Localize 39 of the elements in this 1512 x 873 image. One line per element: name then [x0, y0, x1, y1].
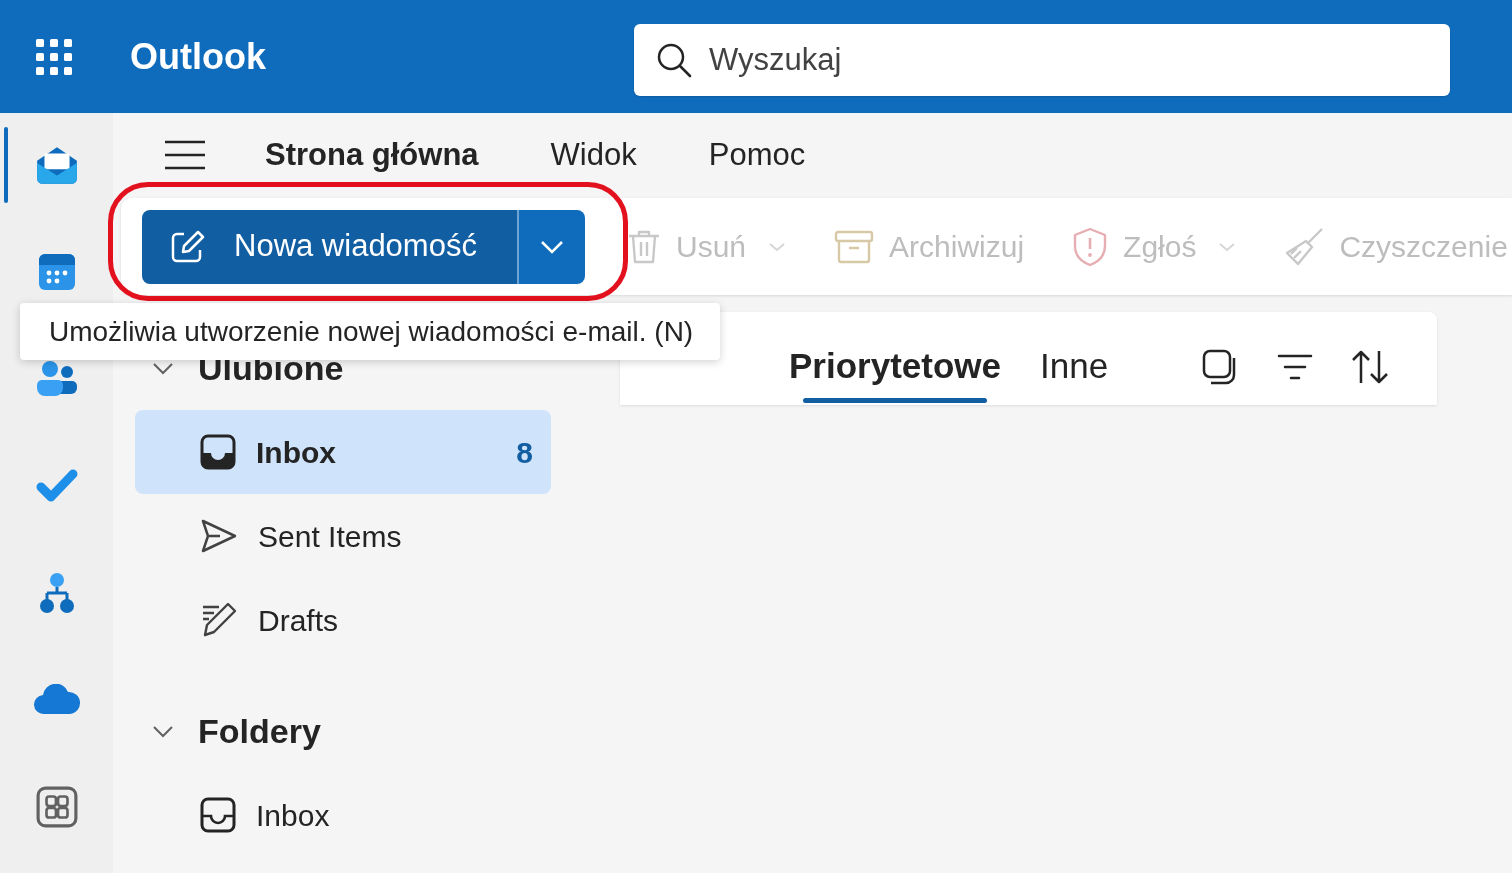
grid-dots-icon — [36, 38, 72, 75]
message-list-tab[interactable]: Priorytetowe — [789, 312, 1001, 405]
folder-item[interactable]: Inbox 8 — [135, 410, 551, 494]
inbox-tray-icon — [200, 434, 236, 470]
folder-item[interactable]: Sent Items — [135, 494, 551, 578]
calendar-icon — [36, 252, 77, 292]
filter-icon — [1277, 352, 1314, 381]
checkmark-icon — [34, 468, 79, 504]
new-message-options-button[interactable] — [519, 209, 585, 284]
cloud-icon — [31, 684, 82, 716]
search-icon — [656, 41, 692, 78]
search-field[interactable]: Wyszukaj — [634, 23, 1450, 96]
ribbon-tab[interactable]: Widok — [514, 129, 673, 181]
paper-plane-icon — [200, 518, 238, 554]
trash-icon — [627, 228, 661, 265]
app-title[interactable]: Outlook — [130, 38, 266, 75]
message-list-tab[interactable]: Inne — [1040, 312, 1109, 405]
menu-icon — [165, 139, 205, 171]
broom-icon — [1284, 226, 1325, 267]
archive-box-icon — [834, 229, 875, 264]
pencil-icon — [200, 601, 238, 639]
caret-icon — [768, 241, 787, 252]
people-icon — [34, 359, 79, 399]
ribbon-tab[interactable]: Pomoc — [672, 129, 842, 181]
tooltip: Umożliwia utworzenie nowej wiadomości e-mail. (N) — [20, 303, 720, 360]
caret-icon — [1218, 241, 1237, 252]
ribbon-tab[interactable]: Strona główna — [229, 129, 515, 181]
shield-alert-icon — [1072, 226, 1109, 267]
apps-grid-icon — [35, 786, 78, 828]
sort-arrows-icon — [1350, 348, 1391, 385]
inbox-tray-icon — [200, 797, 236, 833]
chevron-down-icon — [152, 361, 174, 375]
folder-item[interactable]: Inbox — [135, 773, 551, 857]
folder-group-header[interactable]: Foldery — [135, 689, 551, 773]
new-message-button[interactable]: Nowa wiadomość — [142, 209, 517, 284]
chevron-down-icon — [540, 239, 564, 254]
unread-count: 8 — [516, 434, 533, 471]
folder-item[interactable]: Drafts — [135, 578, 551, 662]
chevron-down-icon — [152, 724, 174, 738]
